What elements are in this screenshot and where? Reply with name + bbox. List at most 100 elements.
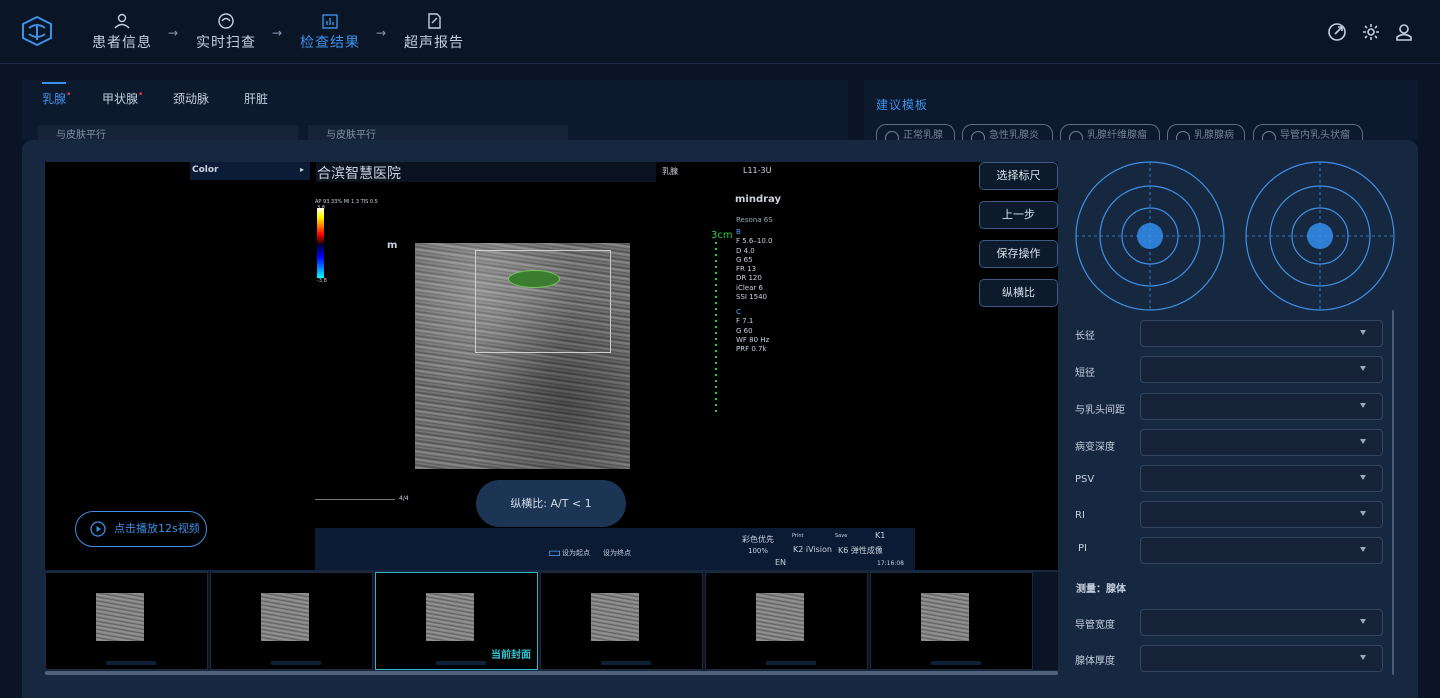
model-label: Resona 6S bbox=[736, 216, 773, 224]
b-param-line: SSI 1540 bbox=[736, 293, 767, 302]
c-param-line: PRF 0.7k bbox=[736, 345, 767, 354]
thumbnail-strip-bar bbox=[766, 661, 816, 665]
b-param-line: F 5.6–10.0 bbox=[736, 237, 773, 246]
step-exam-result[interactable]: 检查结果 bbox=[295, 12, 365, 52]
form-scrollbar[interactable] bbox=[1392, 310, 1394, 675]
field-label: 腺体厚度 bbox=[1075, 656, 1115, 667]
print-tag: Print bbox=[792, 533, 804, 539]
thumbnail[interactable] bbox=[705, 572, 868, 670]
user-icon[interactable] bbox=[1394, 22, 1414, 42]
psv-select[interactable] bbox=[1140, 465, 1383, 492]
k1-label: K1 bbox=[875, 531, 886, 540]
field-label: 短径 bbox=[1075, 368, 1095, 379]
probe-label: L11-3U bbox=[743, 166, 772, 175]
lesion-depth-select[interactable] bbox=[1140, 429, 1383, 456]
thumbnail[interactable] bbox=[870, 572, 1033, 670]
ri-select[interactable] bbox=[1140, 501, 1383, 528]
template-option[interactable]: 导管内乳头状瘤 bbox=[1253, 124, 1363, 140]
cine-bar[interactable] bbox=[315, 499, 395, 500]
color-menu-label: Color bbox=[192, 165, 219, 175]
c-param-line: F 7.1 bbox=[736, 317, 754, 326]
field-label: 导管宽度 bbox=[1075, 620, 1115, 631]
tab-thyroid[interactable]: 甲状腺• bbox=[102, 90, 143, 107]
app-logo-icon bbox=[22, 16, 52, 46]
step-label: 患者信息 bbox=[92, 35, 152, 51]
duct-width-select[interactable] bbox=[1140, 609, 1383, 636]
template-option[interactable]: 急性乳腺炎 bbox=[962, 124, 1053, 140]
chevron-down-icon bbox=[1360, 403, 1366, 408]
chevron-down-icon bbox=[1360, 366, 1366, 371]
priority-label: 彩色优先 bbox=[742, 535, 774, 544]
tab-carotid[interactable]: 颈动脉 bbox=[173, 90, 209, 107]
thumbnail-image bbox=[591, 593, 639, 641]
b-param-line: iClear 6 bbox=[736, 283, 763, 292]
menu-caret-icon: ▸ bbox=[300, 165, 305, 174]
gland-thickness-select[interactable] bbox=[1140, 645, 1383, 672]
color-mode-menu[interactable]: Color ▸ bbox=[190, 162, 310, 180]
save-operation-button[interactable]: 保存操作 bbox=[979, 240, 1058, 268]
template-option[interactable]: 乳腺纤维腺瘤 bbox=[1060, 124, 1160, 140]
play-label: 点击播放12s视频 bbox=[114, 522, 200, 535]
measurement-section-title: 测量：腺体 bbox=[1076, 584, 1126, 595]
gear-icon[interactable] bbox=[1361, 22, 1381, 42]
thumbnail-strip-bar bbox=[931, 661, 981, 665]
breast-position-map-right[interactable] bbox=[1244, 160, 1396, 312]
chart-icon bbox=[322, 14, 338, 29]
step-realtime-scan[interactable]: 实时扫查 bbox=[191, 12, 261, 52]
thumbnail-strip[interactable]: 当前封面 bbox=[45, 572, 1058, 670]
length-select[interactable] bbox=[1140, 320, 1383, 347]
previous-step-button[interactable]: 上一步 bbox=[979, 201, 1058, 229]
step-label: 超声报告 bbox=[404, 35, 464, 51]
set-start-label[interactable]: 设为起点 bbox=[562, 548, 590, 558]
chevron-down-icon bbox=[1360, 511, 1366, 516]
field-label: PSV bbox=[1075, 474, 1095, 485]
step-patient-info[interactable]: 患者信息 bbox=[87, 12, 157, 52]
thumbnail-scrollbar[interactable] bbox=[45, 671, 1058, 675]
thumbnail-selected[interactable]: 当前封面 bbox=[375, 572, 538, 670]
pi-select[interactable] bbox=[1140, 537, 1383, 564]
save-tag: Save bbox=[835, 533, 848, 539]
thumbnail-strip-bar bbox=[436, 661, 486, 665]
width-select[interactable] bbox=[1140, 356, 1383, 383]
thumbnail[interactable] bbox=[540, 572, 703, 670]
aspect-ratio-button[interactable]: 纵横比 bbox=[979, 279, 1058, 307]
exam-tag: 乳腺 bbox=[662, 167, 678, 176]
breast-position-map-left[interactable] bbox=[1074, 160, 1226, 312]
field-label: 长径 bbox=[1075, 331, 1095, 342]
export-icon[interactable] bbox=[1327, 22, 1347, 42]
play-video-button[interactable]: 点击播放12s视频 bbox=[75, 511, 207, 547]
color-roi-box[interactable] bbox=[475, 250, 611, 353]
thumbnail-strip-bar bbox=[271, 661, 321, 665]
tab-breast[interactable]: 乳腺• bbox=[42, 90, 71, 107]
b-param-line: FR 13 bbox=[736, 265, 757, 274]
step-label: 检查结果 bbox=[300, 35, 360, 51]
field-label: PI bbox=[1078, 543, 1087, 554]
suggest-title: 建议模板 bbox=[876, 98, 929, 112]
nipple-distance-select[interactable] bbox=[1140, 393, 1383, 420]
thumbnail-image bbox=[261, 593, 309, 641]
thumbnail[interactable] bbox=[45, 572, 208, 670]
scanner-status-strip: 彩色优先 100% Print Save K1 K2 iVision K6 弹性… bbox=[315, 528, 915, 570]
cine-counter: 4/4 bbox=[399, 495, 409, 502]
thumbnail-image bbox=[756, 593, 804, 641]
thumbnail-image bbox=[426, 593, 474, 641]
select-ruler-button[interactable]: 选择标尺 bbox=[979, 162, 1058, 190]
set-end-label[interactable]: 设为终点 bbox=[603, 548, 631, 558]
c-param-line: WF 80 Hz bbox=[736, 335, 770, 344]
step-arrow-icon: → bbox=[376, 26, 387, 40]
thumbnail-strip-bar bbox=[601, 661, 651, 665]
b-params: B F 5.6–10.0 D 4.0 G 65 FR 13 DR 120 iCl… bbox=[736, 228, 772, 302]
play-icon bbox=[90, 521, 106, 537]
tab-label: 甲状腺 bbox=[102, 92, 139, 106]
tab-liver[interactable]: 肝脏 bbox=[244, 90, 268, 107]
template-option[interactable]: 乳腺腺病 bbox=[1167, 124, 1245, 140]
thumbnail[interactable] bbox=[210, 572, 373, 670]
step-ultrasound-report[interactable]: 超声报告 bbox=[399, 12, 469, 52]
scrollbar-thumb[interactable] bbox=[45, 671, 1058, 675]
step-arrow-icon: → bbox=[272, 26, 283, 40]
percent-label: 100% bbox=[748, 547, 769, 555]
tab-label: 颈动脉 bbox=[173, 92, 210, 106]
scale-bottom: -3.8 bbox=[317, 278, 327, 284]
probe-icon[interactable]: ▭ bbox=[548, 545, 561, 561]
template-option[interactable]: 正常乳腺 bbox=[876, 124, 955, 140]
